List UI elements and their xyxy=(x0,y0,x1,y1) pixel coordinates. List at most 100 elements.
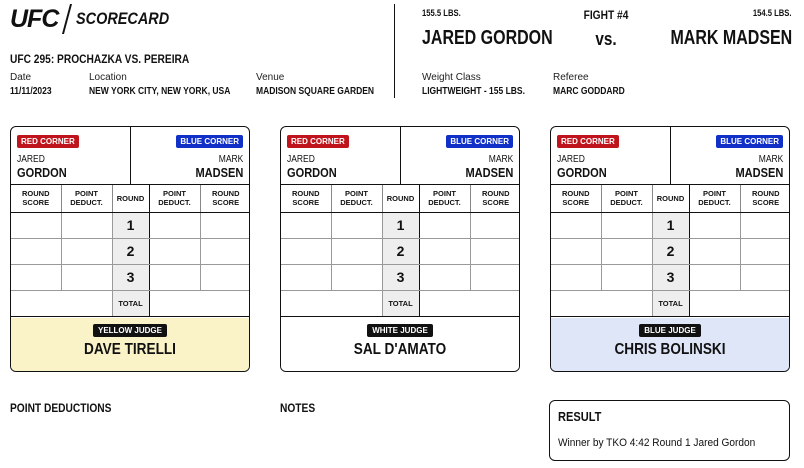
judge-scorecard-2: RED CORNER JARED GORDON BLUE CORNER MARK… xyxy=(280,126,520,372)
score-table-header: ROUND SCORE POINT DEDUCT. ROUND POINT DEDUC… xyxy=(281,185,519,213)
red-corner-fighter: JARED GORDON xyxy=(287,153,337,179)
red-total-cell[interactable] xyxy=(281,290,383,317)
judge-name: DAVE TIRELLI xyxy=(84,341,176,358)
red-point-deduct-cell[interactable] xyxy=(61,238,113,265)
header-divider xyxy=(394,4,395,98)
score-table: ROUND SCORE POINT DEDUCT. ROUND POINT DEDUC… xyxy=(281,185,519,317)
round-number: 1 xyxy=(111,212,150,239)
blue-round-score-cell[interactable] xyxy=(740,238,789,265)
red-round-score-cell[interactable] xyxy=(551,238,602,265)
blue-point-deduct-cell[interactable] xyxy=(689,212,741,239)
judge-tag: YELLOW JUDGE xyxy=(92,324,167,337)
blue-round-score-cell[interactable] xyxy=(470,264,519,291)
blue-total-cell[interactable] xyxy=(149,290,249,317)
column-header: ROUND xyxy=(381,185,420,213)
column-header: POINT DEDUCT. xyxy=(61,185,113,213)
location-label: Location xyxy=(89,72,127,83)
round-number: 2 xyxy=(381,238,420,265)
red-point-deduct-cell[interactable] xyxy=(331,212,383,239)
column-header: ROUND SCORE xyxy=(740,185,789,213)
blue-point-deduct-cell[interactable] xyxy=(149,212,201,239)
weight-class-value: LIGHTWEIGHT - 155 LBS. xyxy=(422,86,525,97)
red-round-score-cell[interactable] xyxy=(281,264,332,291)
blue-round-score-cell[interactable] xyxy=(740,212,789,239)
blue-corner-fighter: MARK MADSEN xyxy=(735,153,783,179)
judge-name: SAL D'AMATO xyxy=(353,341,447,358)
red-round-score-cell[interactable] xyxy=(551,212,602,239)
red-round-score-cell[interactable] xyxy=(11,264,62,291)
blue-point-deduct-cell[interactable] xyxy=(149,238,201,265)
score-table-header: ROUND SCORE POINT DEDUCT. ROUND POINT DEDUC… xyxy=(11,185,249,213)
red-point-deduct-cell[interactable] xyxy=(601,238,653,265)
red-corner-tag: RED CORNER xyxy=(287,135,349,148)
blue-round-score-cell[interactable] xyxy=(200,264,249,291)
round-number: 2 xyxy=(111,238,150,265)
blue-round-score-cell[interactable] xyxy=(740,264,789,291)
scorecard-title: SCORECARD xyxy=(76,9,170,28)
red-point-deduct-cell[interactable] xyxy=(61,212,113,239)
blue-total-cell[interactable] xyxy=(419,290,519,317)
red-round-score-cell[interactable] xyxy=(11,212,62,239)
judge-name: CHRIS BOLINSKI xyxy=(614,341,726,358)
total-label: TOTAL xyxy=(651,290,690,317)
red-round-score-cell[interactable] xyxy=(551,264,602,291)
venue-field: Venue MADISON SQUARE GARDEN xyxy=(256,72,395,97)
column-header: ROUND SCORE xyxy=(200,185,249,213)
round-number: 3 xyxy=(111,264,150,291)
red-point-deduct-cell[interactable] xyxy=(601,264,653,291)
blue-total-cell[interactable] xyxy=(689,290,789,317)
blue-corner: BLUE CORNER MARK MADSEN xyxy=(399,127,519,185)
column-header: ROUND SCORE xyxy=(281,185,332,213)
column-header: POINT DEDUCT. xyxy=(689,185,741,213)
judge-section: YELLOW JUDGE DAVE TIRELLI xyxy=(11,318,249,371)
ufc-logo: UFC xyxy=(10,4,59,33)
venue-label: Venue xyxy=(256,72,285,83)
round-row: 3 xyxy=(11,264,249,291)
round-row: 1 xyxy=(551,212,789,239)
date-value: 11/11/2023 xyxy=(10,86,52,97)
blue-corner-tag: BLUE CORNER xyxy=(446,135,513,148)
blue-corner-fighter: MARK MADSEN xyxy=(195,153,243,179)
round-number: 1 xyxy=(651,212,690,239)
blue-point-deduct-cell[interactable] xyxy=(419,264,471,291)
result-text: Winner by TKO 4:42 Round 1 Jared Gordon xyxy=(558,437,756,449)
blue-point-deduct-cell[interactable] xyxy=(419,212,471,239)
column-header: POINT DEDUCT. xyxy=(601,185,653,213)
total-label: TOTAL xyxy=(111,290,150,317)
red-point-deduct-cell[interactable] xyxy=(331,238,383,265)
judge-section: WHITE JUDGE SAL D'AMATO xyxy=(281,318,519,371)
blue-corner-fighter: MARK MADSEN xyxy=(465,153,513,179)
round-row: 1 xyxy=(11,212,249,239)
total-label: TOTAL xyxy=(381,290,420,317)
blue-round-score-cell[interactable] xyxy=(470,212,519,239)
blue-round-score-cell[interactable] xyxy=(200,212,249,239)
fight-number: FIGHT #4 xyxy=(583,8,629,22)
red-fighter-name: JARED GORDON xyxy=(422,27,553,49)
blue-corner-tag: BLUE CORNER xyxy=(716,135,783,148)
red-point-deduct-cell[interactable] xyxy=(61,264,113,291)
red-total-cell[interactable] xyxy=(551,290,653,317)
red-point-deduct-cell[interactable] xyxy=(331,264,383,291)
red-total-cell[interactable] xyxy=(11,290,113,317)
round-number: 1 xyxy=(381,212,420,239)
venue-value: MADISON SQUARE GARDEN xyxy=(256,86,375,97)
red-round-score-cell[interactable] xyxy=(281,212,332,239)
score-table: ROUND SCORE POINT DEDUCT. ROUND POINT DEDUC… xyxy=(11,185,249,317)
red-round-score-cell[interactable] xyxy=(11,238,62,265)
point-deductions-title: POINT DEDUCTIONS xyxy=(10,401,112,415)
red-round-score-cell[interactable] xyxy=(281,238,332,265)
red-point-deduct-cell[interactable] xyxy=(601,212,653,239)
blue-fighter-last-name: MADSEN xyxy=(735,165,783,180)
total-row: TOTAL xyxy=(281,290,519,317)
round-row: 2 xyxy=(551,238,789,265)
red-fighter-last-name: GORDON xyxy=(17,165,67,180)
blue-round-score-cell[interactable] xyxy=(200,238,249,265)
blue-round-score-cell[interactable] xyxy=(470,238,519,265)
column-header: ROUND xyxy=(111,185,150,213)
blue-point-deduct-cell[interactable] xyxy=(689,238,741,265)
total-row: TOTAL xyxy=(11,290,249,317)
blue-point-deduct-cell[interactable] xyxy=(419,238,471,265)
total-row: TOTAL xyxy=(551,290,789,317)
blue-point-deduct-cell[interactable] xyxy=(149,264,201,291)
blue-point-deduct-cell[interactable] xyxy=(689,264,741,291)
